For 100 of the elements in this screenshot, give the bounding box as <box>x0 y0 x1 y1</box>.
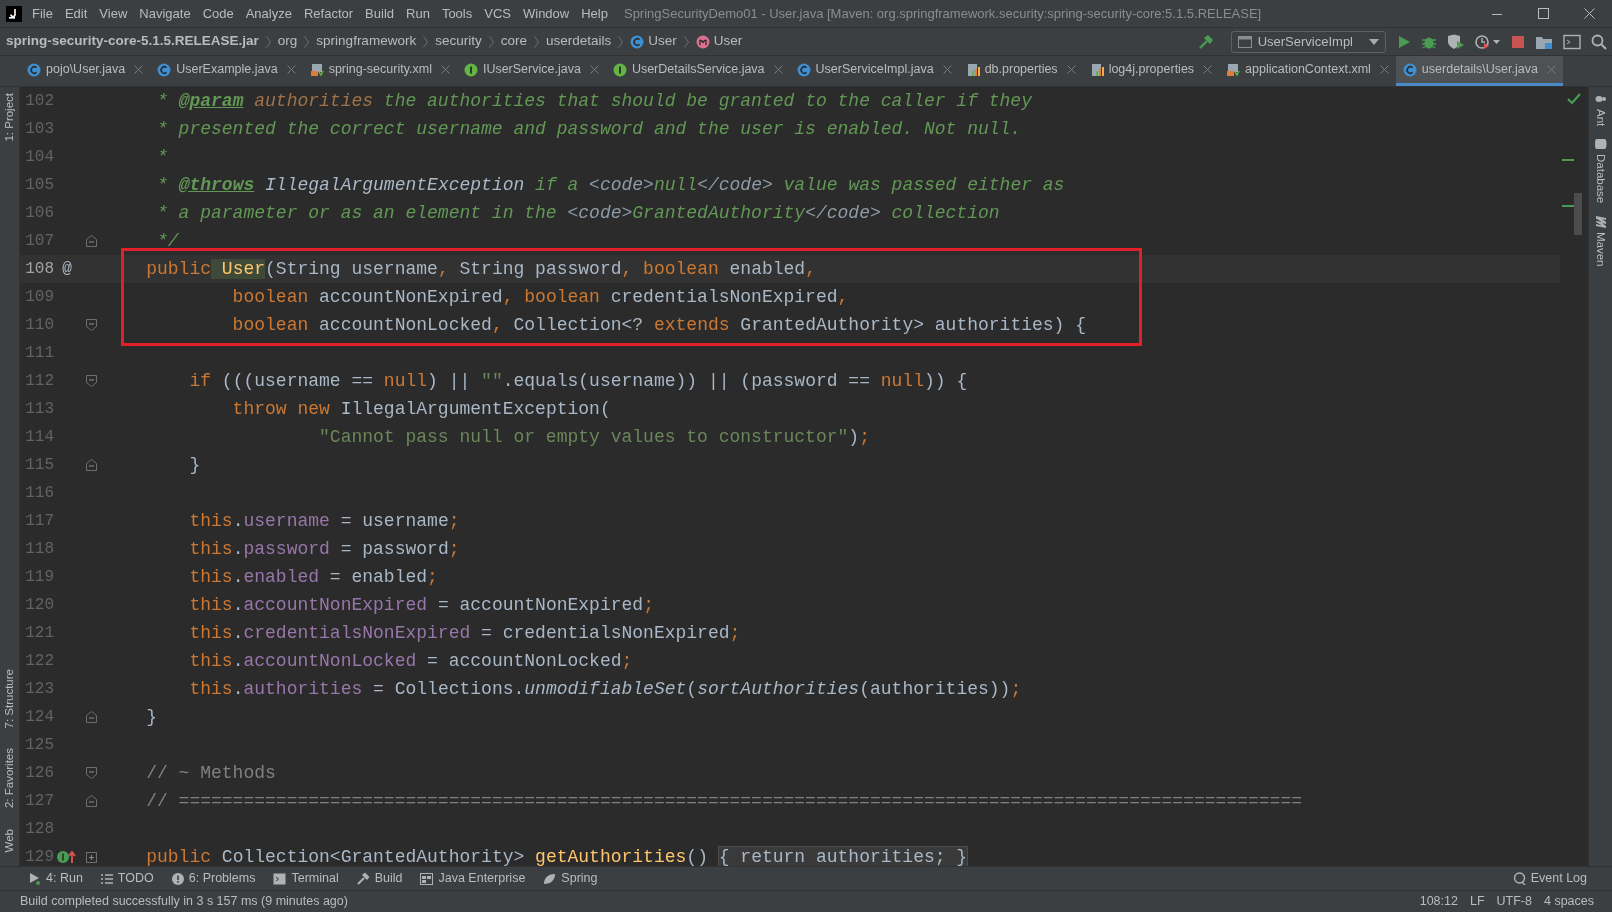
breadcrumb[interactable]: User <box>693 31 745 52</box>
status-item[interactable]: UTF-8 <box>1490 892 1538 911</box>
code-line: this.credentialsNonExpired = credentialsNonExpired; <box>188 622 741 645</box>
maximize-icon <box>1537 8 1549 19</box>
breadcrumb[interactable]: userdetails <box>543 31 614 52</box>
tool-window-tab[interactable]: Ant <box>1591 87 1610 133</box>
fold-marker[interactable] <box>86 795 97 807</box>
status-item[interactable]: 108:12 <box>1413 892 1464 911</box>
tool-window-tab[interactable]: Database <box>1591 132 1610 210</box>
fold-marker[interactable] <box>86 711 97 723</box>
gutter-mark[interactable]: @ <box>62 257 72 281</box>
line-number: 125 <box>24 735 54 756</box>
menu-item[interactable]: Navigate <box>133 3 197 24</box>
event-log-button[interactable]: Event Log <box>1503 869 1596 888</box>
tool-window-tab[interactable]: 7: Structure <box>0 663 19 735</box>
editor-tab[interactable]: applicationContext.xml <box>1219 56 1396 86</box>
scrollbar-thumb[interactable] <box>1574 193 1582 235</box>
line-number: 106 <box>24 203 54 224</box>
line-number: 103 <box>24 119 54 140</box>
breadcrumb[interactable]: User <box>628 31 679 52</box>
code-line: * <box>156 146 168 169</box>
tool-window-tab[interactable]: Maven <box>1591 209 1610 273</box>
class-icon <box>630 34 645 49</box>
editor-tab[interactable]: spring-security.xml <box>302 56 457 86</box>
menu-item[interactable]: Code <box>196 3 240 24</box>
tool-window-button[interactable]: TODO <box>91 869 163 888</box>
chevron-icon <box>303 34 311 49</box>
menu-item[interactable]: Build <box>359 3 400 24</box>
editor-tab[interactable]: log4j.properties <box>1082 56 1220 86</box>
menu-item[interactable]: Analyze <box>239 3 298 24</box>
close-icon <box>134 65 144 74</box>
breadcrumb[interactable]: core <box>498 31 529 52</box>
code-line: public User(String username, String password, boolean enabled, <box>145 258 816 281</box>
close-icon <box>773 65 783 74</box>
menu-item[interactable]: Run <box>400 3 436 24</box>
line-number: 127 <box>24 791 54 812</box>
editor-tab[interactable]: userdetails\User.java <box>1395 56 1563 86</box>
breadcrumb[interactable]: security <box>433 31 484 52</box>
status-item[interactable]: 4 spaces <box>1537 892 1600 911</box>
line-number: 118 <box>24 539 54 560</box>
fold-marker[interactable] <box>86 235 97 247</box>
editor-tab[interactable]: pojo\User.java <box>20 56 151 86</box>
editor-tab[interactable]: UserServiceImpl.java <box>789 56 959 86</box>
window-icon <box>1237 35 1252 48</box>
change-marker[interactable] <box>1562 205 1574 207</box>
chevron-icon <box>487 34 495 49</box>
play-icon <box>29 872 41 885</box>
clock-icon <box>1475 33 1501 50</box>
breadcrumb[interactable]: org <box>275 31 300 52</box>
tool-window-tab[interactable]: 1: Project <box>0 87 19 148</box>
run-configuration-dropdown[interactable]: UserServiceImpl <box>1230 30 1386 53</box>
code-line: boolean accountNonLocked, Collection<? extends GrantedAuthority> authorities) { <box>231 314 1086 337</box>
tool-window-button[interactable]: Java Enterprise <box>411 869 535 888</box>
menu-item[interactable]: Help <box>575 3 614 24</box>
menu-item[interactable]: View <box>93 3 134 24</box>
tool-window-tab[interactable]: Web <box>0 822 19 858</box>
gutter-marker-icon[interactable] <box>56 850 78 864</box>
list-icon <box>100 872 113 885</box>
menu-item[interactable]: Edit <box>58 3 94 24</box>
menu-item[interactable]: File <box>26 3 59 24</box>
breadcrumb[interactable]: springframework <box>314 31 419 52</box>
caret-icon <box>1369 38 1379 45</box>
screen-icon <box>1563 33 1581 50</box>
editor-tab[interactable]: UserDetailsService.java <box>605 56 790 86</box>
code-line: this.authorities = Collections.unmodifiableSet(sortAuthorities(authorities)); <box>188 678 1022 701</box>
fold-marker[interactable] <box>86 319 97 331</box>
code-line: // ~ Methods <box>145 762 276 785</box>
line-number: 114 <box>24 427 54 448</box>
fold-marker[interactable] <box>86 459 97 471</box>
menu-item[interactable]: VCS <box>478 3 517 24</box>
tool-window-button[interactable]: Build <box>347 869 412 888</box>
xml-file-icon <box>1226 62 1241 77</box>
chevron-icon <box>617 34 625 49</box>
tool-window-button[interactable]: Spring <box>534 869 607 888</box>
expand-marker[interactable] <box>86 851 97 863</box>
fold-marker[interactable] <box>86 375 97 387</box>
tool-window-button[interactable]: 6: Problems <box>162 869 265 888</box>
code-line: "Cannot pass null or empty values to constructor"); <box>318 426 870 449</box>
change-marker[interactable] <box>1562 159 1574 161</box>
menu-item[interactable]: Window <box>516 3 576 24</box>
interface-icon <box>463 62 478 77</box>
fold-marker[interactable] <box>86 767 97 779</box>
tool-window-button[interactable]: Terminal <box>264 869 348 888</box>
menu-item[interactable]: Refactor <box>297 3 360 24</box>
code-line: } <box>188 454 201 477</box>
tool-window-button[interactable]: 4: Run <box>20 869 92 888</box>
line-number: 122 <box>24 651 54 672</box>
breadcrumb[interactable]: spring-security-core-5.1.5.RELEASE.jar <box>4 31 261 52</box>
line-number: 115 <box>24 455 54 476</box>
status-item[interactable]: LF <box>1463 892 1491 911</box>
class-icon <box>157 62 172 77</box>
chevron-icon <box>264 34 272 49</box>
editor-tab[interactable]: IUserService.java <box>456 56 606 86</box>
line-number: 121 <box>24 623 54 644</box>
editor-tab[interactable]: db.properties <box>958 56 1083 86</box>
editor-tab[interactable]: UserExample.java <box>150 56 303 86</box>
code-line: // ======================================================================================================== <box>145 790 1302 813</box>
search-icon <box>1591 33 1607 50</box>
menu-item[interactable]: Tools <box>435 3 479 24</box>
tool-window-tab[interactable]: 2: Favorites <box>0 742 19 815</box>
